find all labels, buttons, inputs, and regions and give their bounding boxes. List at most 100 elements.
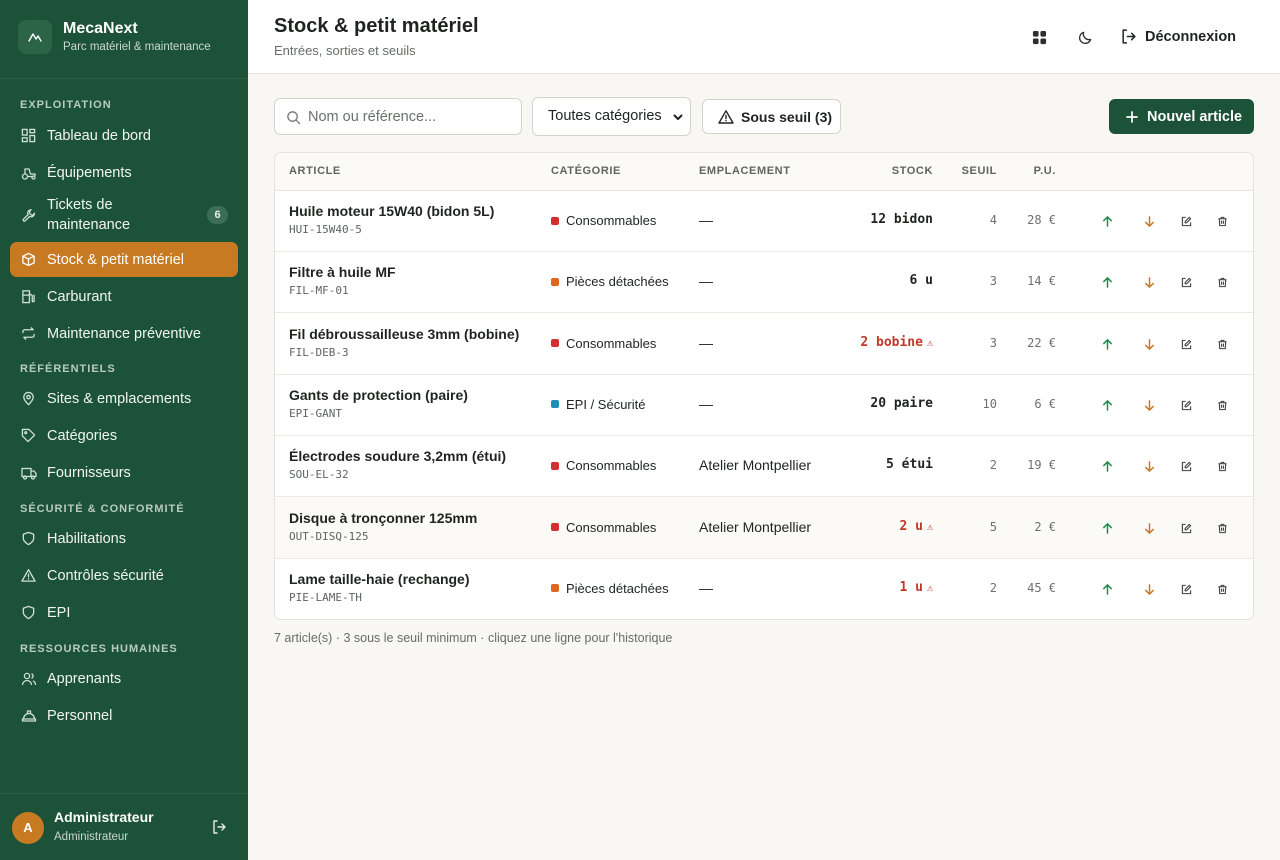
category-select[interactable]: Toutes catégories — [532, 97, 691, 136]
trash-icon[interactable] — [1216, 276, 1229, 289]
search-input[interactable] — [308, 99, 513, 134]
page-title: Stock & petit matériel — [274, 15, 479, 37]
sidebar-item-label: Maintenance préventive — [47, 325, 201, 342]
location-cell: — — [699, 579, 713, 596]
table-row[interactable]: Filtre à huile MF FIL-MF-01 Pièces détaché… — [275, 252, 1253, 314]
sidebar-item-controles-securite[interactable]: Contrôles sécurité — [10, 557, 238, 594]
avatar[interactable]: A — [12, 812, 44, 844]
sidebar-item-tickets[interactable]: Tickets de maintenance 6 — [10, 191, 238, 239]
table-row[interactable]: Électrodes soudure 3,2mm (étui) SOU-EL-32… — [275, 436, 1253, 498]
table-row[interactable]: Disque à tronçonner 125mm OUT-DISQ-125 Con… — [275, 497, 1253, 559]
nav-section-title: Sécurité & conformité — [20, 503, 185, 515]
stock-out-arrow-down-icon[interactable] — [1142, 521, 1157, 536]
divider — [0, 78, 248, 79]
location-cell: Atelier Montpellier — [699, 518, 812, 535]
new-article-label: Nouvel article — [1147, 108, 1243, 125]
below-threshold-filter-button[interactable]: Sous seuil (3) — [702, 99, 841, 134]
sidebar-item-sites[interactable]: Sites & emplacements — [10, 380, 238, 417]
shield-icon — [20, 530, 37, 547]
edit-icon[interactable] — [1180, 338, 1193, 351]
table-row[interactable]: Fil débroussailleuse 3mm (bobine) FIL-DEB… — [275, 314, 1253, 375]
stock-value: 20 paire — [870, 395, 933, 411]
sidebar-item-label: Équipements — [47, 164, 132, 181]
column-header-threshold[interactable]: Seuil — [962, 165, 997, 177]
users-icon — [20, 670, 37, 687]
apps-grid-icon[interactable] — [1027, 25, 1051, 49]
table-row[interactable]: Huile moteur 15W40 (bidon 5L) HUI-15W40-5… — [275, 191, 1253, 252]
column-header-stock[interactable]: Stock — [892, 165, 933, 177]
table-row[interactable]: Gants de protection (paire) EPI-GANT EPI /… — [275, 375, 1253, 436]
sidebar-item-stock[interactable]: Stock & petit matériel — [10, 242, 238, 277]
stock-out-arrow-down-icon[interactable] — [1142, 398, 1157, 413]
stock-in-arrow-up-icon[interactable] — [1100, 337, 1115, 352]
unit-price-cell: 22 € — [1027, 335, 1056, 350]
column-header-category[interactable]: Catégorie — [551, 165, 621, 177]
column-header-article[interactable]: Article — [289, 165, 341, 177]
stock-in-arrow-up-icon[interactable] — [1100, 521, 1115, 536]
edit-icon[interactable] — [1180, 522, 1193, 535]
sidebar-item-apprenants[interactable]: Apprenants — [10, 660, 238, 697]
stock-in-arrow-up-icon[interactable] — [1100, 398, 1115, 413]
trash-icon[interactable] — [1216, 399, 1229, 412]
stock-out-arrow-down-icon[interactable] — [1142, 214, 1157, 229]
stock-in-arrow-up-icon[interactable] — [1100, 214, 1115, 229]
edit-icon[interactable] — [1180, 215, 1193, 228]
category-color-dot — [551, 400, 559, 409]
column-header-location[interactable]: Emplacement — [699, 165, 791, 177]
sidebar-item-maintenance-preventive[interactable]: Maintenance préventive — [10, 315, 238, 352]
nav-section-title: Référentiels — [20, 363, 116, 375]
sidebar-item-carburant[interactable]: Carburant — [10, 278, 238, 315]
stock-out-arrow-down-icon[interactable] — [1142, 582, 1157, 597]
box-icon — [20, 251, 37, 268]
moon-icon[interactable] — [1073, 25, 1097, 49]
trash-icon[interactable] — [1216, 460, 1229, 473]
sidebar-item-epi[interactable]: EPI — [10, 594, 238, 631]
hard-hat-icon — [20, 707, 37, 724]
category-color-dot — [551, 584, 559, 593]
category-cell: Pièces détachées — [551, 581, 669, 596]
sidebar-item-label: Contrôles sécurité — [47, 567, 164, 584]
sidebar-item-habilitations[interactable]: Habilitations — [10, 520, 238, 557]
category-label: Consommables — [566, 458, 657, 474]
article-name: Huile moteur 15W40 (bidon 5L) — [289, 203, 495, 219]
table-row[interactable]: Lame taille-haie (rechange) PIE-LAME-TH Pi… — [275, 559, 1253, 619]
stock-out-arrow-down-icon[interactable] — [1142, 275, 1157, 290]
table-footer-note: 7 article(s) · 3 sous le seuil minimum ·… — [274, 631, 673, 645]
sidebar-item-categories[interactable]: Catégories — [10, 417, 238, 454]
stock-value: 2 u — [899, 518, 923, 534]
edit-icon[interactable] — [1180, 583, 1193, 596]
trash-icon[interactable] — [1216, 215, 1229, 228]
below-threshold-label: Sous seuil (3) — [741, 108, 833, 125]
edit-icon[interactable] — [1180, 276, 1193, 289]
stock-out-arrow-down-icon[interactable] — [1142, 337, 1157, 352]
article-ref: OUT-DISQ-125 — [289, 529, 369, 543]
stock-in-arrow-up-icon[interactable] — [1100, 459, 1115, 474]
sidebar-item-label: Tableau de bord — [47, 127, 151, 144]
sidebar-item-dashboard[interactable]: Tableau de bord — [10, 117, 238, 154]
brand[interactable]: MecaNext Parc matériel & maintenance — [18, 19, 211, 55]
sidebar-item-personnel[interactable]: Personnel — [10, 697, 238, 734]
trash-icon[interactable] — [1216, 522, 1229, 535]
low-stock-warning-icon: ⚠ — [926, 337, 933, 349]
article-ref: HUI-15W40-5 — [289, 223, 362, 236]
stock-in-arrow-up-icon[interactable] — [1100, 582, 1115, 597]
column-header-unit-price[interactable]: P.U. — [1034, 165, 1056, 177]
sidebar-nav: Exploitation Tableau de bord Équipements… — [0, 90, 248, 793]
edit-icon[interactable] — [1180, 460, 1193, 473]
stock-in-arrow-up-icon[interactable] — [1100, 275, 1115, 290]
logout-button[interactable]: Déconnexion — [1120, 24, 1236, 50]
trash-icon[interactable] — [1216, 583, 1229, 596]
edit-icon[interactable] — [1180, 399, 1193, 412]
category-cell: Pièces détachées — [551, 274, 669, 289]
stock-value: 1 u — [899, 579, 923, 595]
stock-cell: 6 u — [910, 273, 933, 288]
article-name: Filtre à huile MF — [289, 264, 396, 281]
trash-icon[interactable] — [1216, 338, 1229, 351]
new-article-button[interactable]: Nouvel article — [1109, 99, 1254, 134]
logout-icon[interactable] — [211, 819, 229, 837]
category-color-dot — [551, 216, 559, 225]
stock-out-arrow-down-icon[interactable] — [1142, 459, 1157, 474]
sidebar-item-fournisseurs[interactable]: Fournisseurs — [10, 454, 238, 491]
wrench-icon — [20, 207, 37, 224]
sidebar-item-equipements[interactable]: Équipements — [10, 154, 238, 191]
